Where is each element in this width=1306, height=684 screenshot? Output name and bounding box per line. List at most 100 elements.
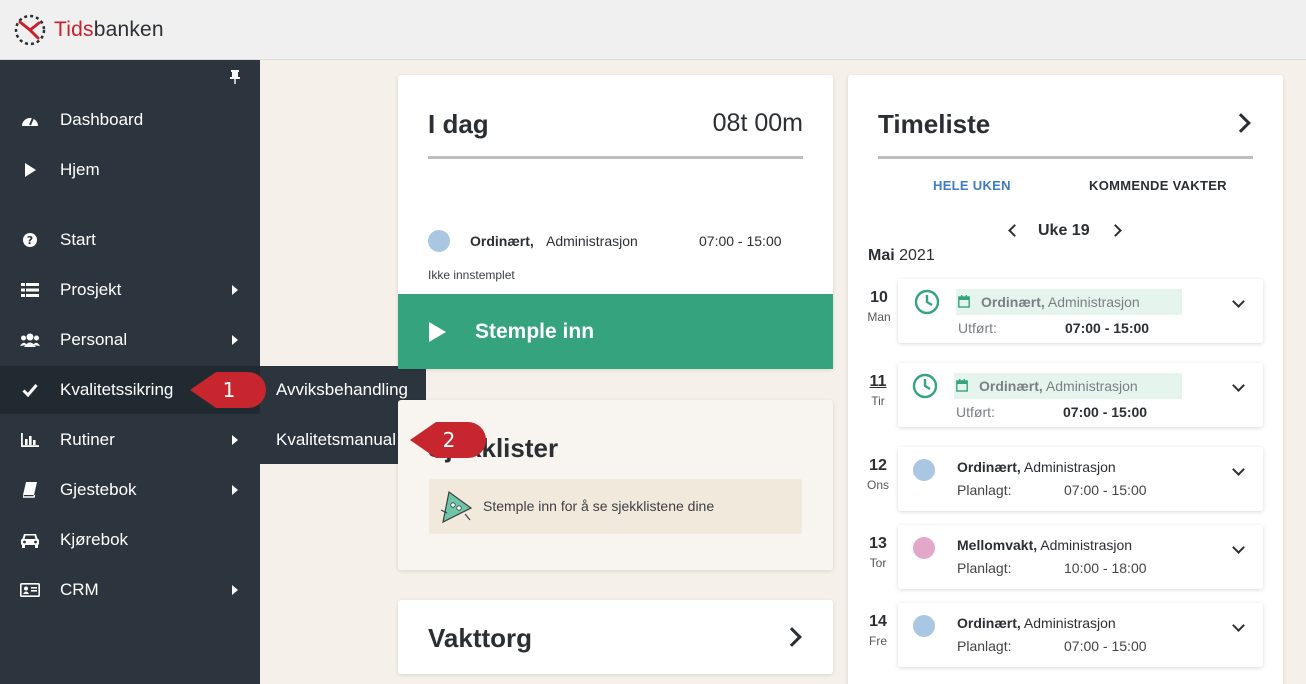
shift-time: 07:00 - 15:00 <box>1065 320 1150 336</box>
day-name: Man <box>867 310 891 324</box>
shift-color-dot <box>913 615 935 637</box>
chevron-right-icon[interactable] <box>1231 113 1251 133</box>
shift-info: Ordinært, Administrasjon <box>981 294 1140 310</box>
caret-right-icon <box>232 435 238 445</box>
sidebar-item-label: Hjem <box>60 160 100 179</box>
divider <box>428 156 803 159</box>
clock-icon <box>914 289 940 315</box>
month-name: Mai <box>868 247 895 264</box>
vakttorg-title: Vakttorg <box>428 623 533 653</box>
day-number: 10 <box>870 289 888 306</box>
sidebar-item-gjestebok[interactable]: Gjestebok <box>0 466 260 514</box>
callout-2: 2 <box>410 422 486 458</box>
shift-status: Planlagt: <box>957 482 1012 498</box>
sidebar-item-label: CRM <box>60 580 99 599</box>
shift-time: 07:00 - 15:00 <box>1064 482 1147 498</box>
sidebar-item-label: Dashboard <box>60 110 144 129</box>
shift-color-dot <box>913 537 935 559</box>
book-icon <box>20 480 40 500</box>
shift-status: Planlagt: <box>957 560 1012 576</box>
shift-type: Ordinært, <box>979 378 1043 394</box>
sidebar-item-label: Kjørebok <box>60 530 129 549</box>
caret-right-icon <box>232 285 238 295</box>
sjekklister-info-box: Stemple inn for å se sjekklistene dine <box>429 479 802 534</box>
idag-card: I dag 08t 00m Ordinært, Administrasjon 0… <box>398 75 833 369</box>
sjekklister-message: Stemple inn for å se sjekklistene dine <box>483 498 715 514</box>
sidebar-item-label: Start <box>60 230 96 249</box>
shift-department: Administrasjon <box>1045 378 1138 394</box>
shift-time: 07:00 - 15:00 <box>1063 404 1148 420</box>
callout-2-number: 2 <box>443 428 456 452</box>
svg-text:?: ? <box>27 234 33 247</box>
day-name: Ons <box>866 478 889 492</box>
shift-type: Ordinært, <box>470 233 534 249</box>
chevron-left-icon[interactable] <box>1008 224 1021 237</box>
clock-status: Ikke innstemplet <box>428 268 515 282</box>
sidebar-item-hjem[interactable]: Hjem <box>0 146 260 194</box>
shift-type: Ordinært, <box>981 294 1045 310</box>
tab-hele-uken[interactable]: HELE UKEN <box>933 178 1011 193</box>
submenu-item-kvalitetsmanual[interactable]: Kvalitetsmanual <box>276 430 396 450</box>
sidebar-item-start[interactable]: ? Start <box>0 216 260 264</box>
chevron-down-icon[interactable] <box>1232 463 1245 476</box>
shift-info: Ordinært, Administrasjon <box>979 378 1138 394</box>
shift-color-dot <box>913 459 935 481</box>
day-row[interactable]: Ordinært, Administrasjon Planlagt: 07:00… <box>898 447 1263 511</box>
shift-info: Ordinært, Administrasjon <box>957 459 1116 475</box>
callout-1: 1 <box>190 372 266 408</box>
calendar-icon <box>958 295 970 308</box>
sidebar-item-dashboard[interactable]: Dashboard <box>0 96 260 144</box>
id-card-icon <box>20 580 40 600</box>
shift-type: Ordinært, <box>957 615 1021 631</box>
day-row[interactable]: Ordinært, Administrasjon Utført: 07:00 -… <box>898 363 1263 427</box>
stemple-inn-button[interactable]: Stemple inn <box>398 294 833 369</box>
logo-brand-part: Tids <box>54 18 94 41</box>
chevron-down-icon[interactable] <box>1232 619 1245 632</box>
shift-status: Utført: <box>958 320 997 336</box>
chevron-right-icon[interactable] <box>1109 224 1122 237</box>
users-icon <box>20 330 40 350</box>
shift-department: Administrasjon <box>1047 294 1140 310</box>
sidebar-item-kjorebok[interactable]: Kjørebok <box>0 516 260 564</box>
shift-type: Ordinært, <box>957 459 1021 475</box>
vakttorg-card[interactable]: Vakttorg <box>398 600 833 674</box>
mascot-icon <box>440 490 473 524</box>
idag-title: I dag <box>428 109 489 139</box>
week-label: Uke 19 <box>1038 222 1090 239</box>
day-number: 12 <box>869 457 887 474</box>
sidebar-item-personal[interactable]: Personal <box>0 316 260 364</box>
shift-color-dot <box>428 230 450 252</box>
shift-type: Mellomvakt, <box>957 537 1038 553</box>
day-number: 14 <box>869 613 887 630</box>
chevron-down-icon[interactable] <box>1232 541 1245 554</box>
logo-text: Tidsbanken <box>54 18 164 42</box>
day-row[interactable]: Ordinært, Administrasjon Planlagt: 07:00… <box>898 603 1263 667</box>
pin-icon[interactable] <box>229 70 241 84</box>
timeliste-card: Timeliste HELE UKEN KOMMENDE VAKTER Uke … <box>848 75 1283 684</box>
shift-time: 07:00 - 15:00 <box>1064 638 1147 654</box>
stemple-inn-label: Stemple inn <box>475 319 595 343</box>
chevron-right-icon[interactable] <box>782 627 802 647</box>
divider <box>878 156 1253 159</box>
chevron-down-icon[interactable] <box>1232 379 1245 392</box>
idag-hours: 08t 00m <box>712 109 803 137</box>
sidebar-item-prosjekt[interactable]: Prosjekt <box>0 266 260 314</box>
year: 2021 <box>899 247 935 264</box>
sidebar-item-crm[interactable]: CRM <box>0 566 260 614</box>
chevron-down-icon[interactable] <box>1232 295 1245 308</box>
timeliste-title: Timeliste <box>878 109 991 139</box>
list-icon <box>20 280 40 300</box>
submenu-item-avviksbehandling[interactable]: Avviksbehandling <box>276 380 408 400</box>
sidebar-item-label: Kvalitetssikring <box>60 380 174 399</box>
sidebar-item-rutiner[interactable]: Rutiner <box>0 416 260 464</box>
tab-kommende-vakter[interactable]: KOMMENDE VAKTER <box>1089 178 1227 193</box>
logo-rest-part: banken <box>93 18 164 41</box>
day-row[interactable]: Ordinært, Administrasjon Utført: 07:00 -… <box>898 279 1263 343</box>
shift-department: Administrasjon <box>1040 537 1133 553</box>
shift-department: Administrasjon <box>1023 459 1116 475</box>
sidebar-item-label: Prosjekt <box>60 280 122 299</box>
day-name: Tor <box>869 556 887 570</box>
day-row[interactable]: Mellomvakt, Administrasjon Planlagt: 10:… <box>898 525 1263 589</box>
logo[interactable]: Tidsbanken <box>14 14 164 46</box>
callout-1-number: 1 <box>223 378 236 402</box>
